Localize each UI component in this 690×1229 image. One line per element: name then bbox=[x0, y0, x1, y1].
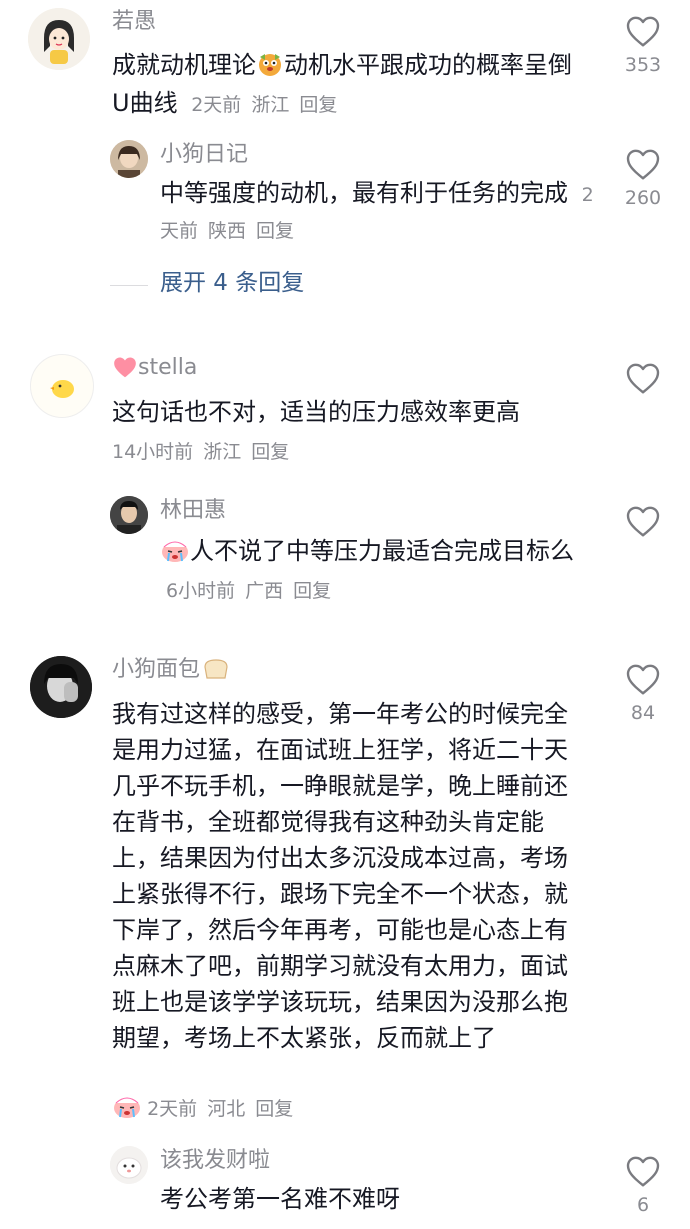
reply-location: 陕西 bbox=[208, 220, 247, 242]
comment-meta: 2天前 浙江 bbox=[191, 94, 299, 116]
comment-location: 河北 bbox=[207, 1098, 246, 1120]
expand-replies-button[interactable]: 展开 4 条回复 bbox=[160, 268, 304, 298]
dog-emoji-icon bbox=[256, 51, 284, 86]
reply-username[interactable]: 该我发财啦 bbox=[160, 1146, 270, 1176]
like-button[interactable] bbox=[613, 504, 673, 538]
like-count: 6 bbox=[636, 1194, 650, 1216]
like-count: 84 bbox=[630, 702, 656, 724]
like-button[interactable]: 353 bbox=[613, 14, 673, 76]
heart-outline-icon bbox=[626, 363, 660, 394]
heart-outline-icon bbox=[626, 506, 660, 537]
comment-time: 2天前 bbox=[147, 1098, 198, 1120]
reply-username[interactable]: 林田惠 bbox=[160, 496, 226, 526]
comment-time: 2天前 bbox=[191, 94, 242, 116]
avatar-xiaogouriji[interactable] bbox=[110, 140, 148, 178]
heart-outline-icon bbox=[626, 664, 660, 695]
reply-username[interactable]: 小狗日记 bbox=[160, 140, 248, 170]
comment-username[interactable]: 小狗面包 bbox=[112, 655, 230, 685]
reply-meta: 6小时前 广西 bbox=[166, 580, 293, 602]
girl-cartoon-avatar-icon bbox=[28, 8, 90, 70]
heart-outline-icon bbox=[626, 16, 660, 47]
reply-text: 中等强度的动机，最有利于任务的完成 2天前 陕西 回复 bbox=[160, 176, 595, 248]
avatar-gaiwofacaila[interactable] bbox=[110, 1146, 148, 1184]
comment-location: 浙江 bbox=[203, 441, 242, 463]
comment-time: 14小时前 bbox=[112, 441, 194, 463]
reply-text-content: 中等强度的动机，最有利于任务的完成 bbox=[160, 179, 568, 207]
comment-username-text: stella bbox=[138, 355, 198, 380]
reply-location: 广西 bbox=[245, 580, 284, 602]
reply-text: 考公考第一名难不难呀 bbox=[160, 1185, 400, 1213]
heart-outline-icon bbox=[626, 149, 660, 180]
photo-avatar-icon bbox=[110, 1146, 148, 1184]
reply-time: 6小时前 bbox=[166, 580, 236, 602]
reply-button[interactable]: 回复 bbox=[299, 94, 337, 116]
reply-button[interactable]: 回复 bbox=[251, 441, 289, 463]
reply-button[interactable]: 回复 bbox=[293, 580, 331, 602]
comment-text-part: 成就动机理论 bbox=[112, 51, 256, 79]
avatar-stella[interactable] bbox=[30, 354, 94, 418]
reply-button[interactable]: 回复 bbox=[256, 220, 294, 242]
chick-avatar-icon bbox=[31, 355, 93, 417]
comment-meta: 14小时前 浙江 回复 bbox=[112, 438, 299, 466]
comment-meta: 2天前 河北 回复 bbox=[112, 1093, 293, 1129]
heart-outline-icon bbox=[626, 1156, 660, 1187]
like-count: 353 bbox=[624, 54, 662, 76]
like-button[interactable]: 260 bbox=[613, 147, 673, 209]
comment-text: 这句话也不对，适当的压力感效率更高 bbox=[112, 398, 520, 426]
reply-text-content: 人不说了中等压力最适合完成目标么 bbox=[190, 537, 574, 565]
comment-text-content: 我有过这样的感受，第一年考公的时候完全是用力过猛，在面试班上狂学，将近二十天几乎… bbox=[112, 700, 568, 1052]
like-button[interactable]: 84 bbox=[613, 662, 673, 724]
photo-avatar-icon bbox=[30, 656, 92, 718]
like-count: 260 bbox=[624, 187, 662, 209]
avatar-xiaogoumianbao[interactable] bbox=[30, 656, 92, 718]
photo-avatar-icon bbox=[110, 496, 148, 534]
like-button[interactable] bbox=[613, 361, 673, 395]
heart-emoji-icon bbox=[114, 357, 136, 378]
photo-avatar-icon bbox=[110, 140, 148, 178]
reply-button[interactable]: 回复 bbox=[255, 1098, 293, 1120]
like-button[interactable]: 6 bbox=[613, 1154, 673, 1216]
expand-divider bbox=[110, 285, 148, 286]
comment-text: 我有过这样的感受，第一年考公的时候完全是用力过猛，在面试班上狂学，将近二十天几乎… bbox=[112, 696, 568, 1056]
comment-text: 成就动机理论 动机水平跟成功的概率呈倒U曲线 2天前 浙江 回复 bbox=[112, 48, 582, 122]
comment-location: 浙江 bbox=[251, 94, 290, 116]
avatar-ruoyu[interactable] bbox=[28, 8, 90, 70]
crying-emoji-icon bbox=[112, 1093, 142, 1129]
avatar-lintianhui[interactable] bbox=[110, 496, 148, 534]
reply-text: 人不说了中等压力最适合完成目标么 6小时前 广西 回复 bbox=[160, 534, 575, 608]
comment-username[interactable]: 若愚 bbox=[112, 7, 156, 37]
comment-username[interactable]: stella bbox=[112, 353, 197, 383]
bread-emoji-icon bbox=[204, 659, 228, 679]
crying-emoji-icon bbox=[160, 537, 190, 572]
comment-username-text: 小狗面包 bbox=[112, 657, 201, 682]
